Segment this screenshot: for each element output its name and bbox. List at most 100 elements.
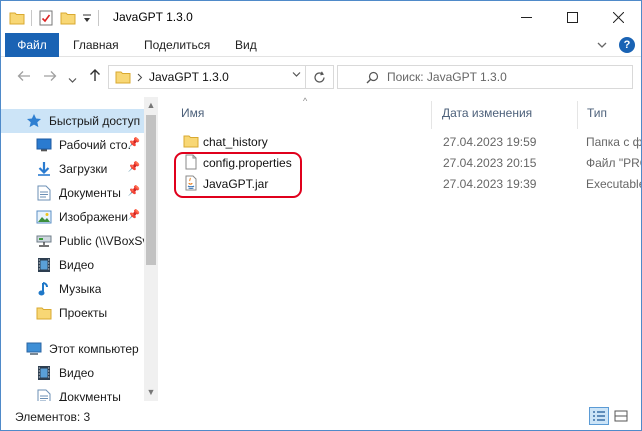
maximize-icon [566,11,578,23]
pictures-icon [35,209,53,225]
sidebar-item-desktop[interactable]: Рабочий сто. 📌 [1,133,144,157]
view-switcher [589,407,631,425]
item-count: Элементов: 3 [15,410,91,424]
ribbon-controls: ? [597,37,635,53]
search-box[interactable]: Поиск: JavaGPT 1.3.0 [337,65,633,89]
chevron-down-icon [292,72,301,77]
sidebar-item-quick-access[interactable]: Быстрый доступ [1,109,144,133]
scrollbar-thumb[interactable] [146,115,156,265]
highlight-annotation [174,152,302,198]
sort-ascending-icon: ^ [303,97,308,106]
pin-icon[interactable]: 📌 [128,138,140,149]
sidebar-item-pictures[interactable]: Изображени 📌 [1,205,144,229]
tab-share[interactable]: Поделиться [144,38,210,52]
file-type: Executable [586,177,641,191]
scroll-down-icon[interactable]: ▼ [144,387,158,397]
sidebar-item-this-pc[interactable]: Этот компьютер [1,337,144,361]
navigation-pane: Быстрый доступ Рабочий сто. 📌 Загрузки 📌… [1,97,158,401]
file-date: 27.04.2023 19:39 [443,177,537,191]
sidebar-scrollbar[interactable]: ▲ ▼ [144,97,158,401]
search-icon [366,71,379,83]
network-drive-icon [35,233,53,249]
back-button[interactable] [17,69,31,85]
address-path[interactable]: JavaGPT 1.3.0 [149,70,229,84]
pin-icon[interactable]: 📌 [128,186,140,197]
search-input[interactable]: Поиск: JavaGPT 1.3.0 [387,70,507,84]
close-button[interactable] [595,1,641,33]
sidebar-item-projects[interactable]: Проекты [1,301,144,325]
arrow-up-icon [90,69,100,81]
file-row-chat-history[interactable]: chat_history 27.04.2023 19:59 Папка с ф [175,131,641,152]
folder-icon[interactable] [9,11,25,25]
close-icon [612,11,624,23]
forward-button[interactable] [43,69,57,85]
toolbar-divider [98,10,99,26]
customize-toolbar-icon[interactable] [82,11,92,25]
column-divider[interactable] [431,101,432,129]
sidebar-item-pc-documents[interactable]: Документы [1,385,144,401]
recent-locations-button[interactable] [68,71,77,87]
file-type: Папка с ф [586,135,641,149]
sidebar-item-documents[interactable]: Документы 📌 [1,181,144,205]
arrow-right-icon [44,71,57,81]
folder-icon [183,135,199,148]
up-button[interactable] [89,68,101,85]
sidebar-item-public-share[interactable]: Public (\\VBoxSv [1,229,144,253]
file-date: 27.04.2023 20:15 [443,156,537,170]
sidebar-item-music[interactable]: Музыка [1,277,144,301]
large-icons-view-button[interactable] [611,407,631,425]
column-header-type[interactable]: Тип [587,97,607,129]
scroll-up-icon[interactable]: ▲ [144,100,158,110]
new-folder-icon[interactable] [60,11,76,25]
column-header-name[interactable]: Имя [181,97,204,129]
sidebar-item-videos[interactable]: Видео [1,253,144,277]
file-type: Файл "PRO [586,156,641,170]
toolbar-divider [31,10,32,26]
documents-icon [35,389,53,401]
minimize-icon [520,16,532,18]
refresh-button[interactable] [305,65,333,89]
status-bar: Элементов: 3 [1,403,641,430]
column-header-date[interactable]: Дата изменения [442,97,532,129]
pin-icon[interactable]: 📌 [128,162,140,173]
title-bar: JavaGPT 1.3.0 [1,1,641,33]
navigation-bar: JavaGPT 1.3.0 Поиск: JavaGPT 1.3.0 [1,58,641,96]
chevron-right-icon[interactable] [137,73,143,82]
large-icons-view-icon [614,410,628,422]
star-icon [25,113,43,129]
sidebar-item-downloads[interactable]: Загрузки 📌 [1,157,144,181]
arrow-left-icon [17,71,30,81]
sidebar-item-pc-videos[interactable]: Видео [1,361,144,385]
download-icon [35,161,53,177]
ribbon-tabs: Файл Главная Поделиться Вид ? [1,33,641,57]
video-icon [35,257,53,273]
file-name: chat_history [203,135,268,149]
column-divider[interactable] [577,101,578,129]
expand-ribbon-icon[interactable] [597,41,607,49]
address-dropdown[interactable] [292,70,301,81]
folder-icon [115,71,131,84]
documents-icon [35,185,53,201]
desktop-icon [35,137,53,153]
file-date: 27.04.2023 19:59 [443,135,537,149]
music-icon [35,281,53,297]
refresh-icon [314,70,325,83]
maximize-button[interactable] [549,1,595,33]
details-view-button[interactable] [589,407,609,425]
quick-access-toolbar [9,9,105,27]
pin-icon[interactable]: 📌 [128,210,140,221]
help-icon[interactable]: ? [619,37,635,53]
tab-file[interactable]: Файл [5,33,59,57]
window-title: JavaGPT 1.3.0 [113,10,193,24]
properties-icon[interactable] [38,10,54,26]
details-view-icon [593,411,605,421]
tab-view[interactable]: Вид [235,38,257,52]
explorer-window: JavaGPT 1.3.0 Файл Главная Поделиться Ви… [0,0,642,431]
folder-icon [35,305,53,321]
video-icon [35,365,53,381]
minimize-button[interactable] [503,1,549,33]
computer-icon [25,341,43,357]
file-list: ^ Имя Дата изменения Тип chat_history 27… [159,97,641,401]
address-bar[interactable]: JavaGPT 1.3.0 [108,65,334,89]
tab-home[interactable]: Главная [73,38,119,52]
